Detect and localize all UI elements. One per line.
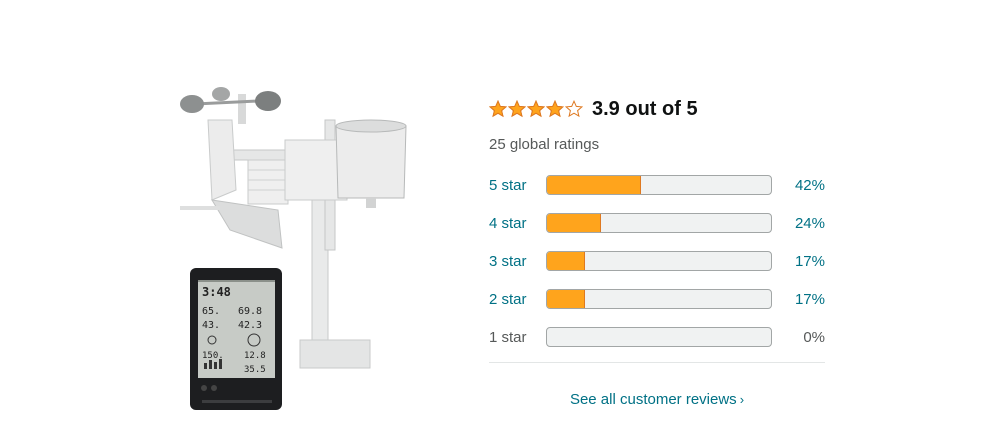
see-all-reviews-label: See all customer reviews	[569, 391, 737, 408]
svg-text:42.3: 42.3	[238, 320, 262, 331]
histogram-bar	[546, 289, 772, 309]
histogram-bar-fill	[547, 176, 642, 194]
average-rating-text: 3.9 out of 5	[592, 97, 698, 120]
svg-text:69.8: 69.8	[238, 306, 262, 317]
star-icon	[565, 100, 583, 118]
divider	[489, 362, 825, 363]
svg-text:65.: 65.	[202, 306, 220, 317]
rating-summary: 3.9 out of 5	[489, 96, 825, 122]
global-ratings-count: 25 global ratings	[489, 136, 600, 153]
histogram-percent: 24%	[794, 214, 825, 232]
histogram-bar	[546, 251, 772, 271]
product-image[interactable]: 3:48 65. 69.8 43. 42.3 150. 12.8 35.5	[120, 70, 460, 420]
chevron-right-icon: ›	[739, 392, 745, 407]
histogram-bar	[546, 175, 772, 195]
histogram-row-2-star[interactable]: 2 star 17%	[489, 280, 825, 318]
histogram-row-4-star[interactable]: 4 star 24%	[489, 204, 825, 242]
svg-text:43.: 43.	[202, 320, 220, 331]
ratings-panel: 3.9 out of 5 25 global ratings 5 star 42…	[489, 96, 825, 408]
star-icon	[527, 100, 545, 118]
rating-histogram: 5 star 42% 4 star 24% 3 star 17% 2 star …	[489, 166, 825, 356]
svg-text:12.8: 12.8	[244, 351, 266, 361]
histogram-bar-fill	[547, 290, 586, 308]
star-icon	[546, 100, 564, 118]
histogram-bar	[546, 213, 772, 233]
histogram-bar	[546, 327, 772, 347]
histogram-percent: 17%	[794, 290, 825, 308]
svg-text:35.5: 35.5	[244, 365, 266, 375]
histogram-label: 5 star	[489, 176, 527, 194]
histogram-bar-fill	[547, 252, 586, 270]
histogram-row-3-star[interactable]: 3 star 17%	[489, 242, 825, 280]
histogram-row-1-star: 1 star 0%	[489, 318, 825, 356]
histogram-label: 3 star	[489, 252, 527, 270]
histogram-label: 4 star	[489, 214, 527, 232]
histogram-label: 1 star	[489, 328, 527, 346]
histogram-percent: 42%	[794, 176, 825, 194]
see-all-reviews-link[interactable]: See all customer reviews ›	[489, 391, 825, 408]
histogram-row-5-star[interactable]: 5 star 42%	[489, 166, 825, 204]
histogram-label: 2 star	[489, 290, 527, 308]
histogram-bar-fill	[547, 214, 601, 232]
star-rating[interactable]	[489, 100, 584, 118]
histogram-percent: 0%	[803, 328, 825, 346]
histogram-percent: 17%	[794, 252, 825, 270]
star-icon	[489, 100, 507, 118]
svg-text:3:48: 3:48	[202, 285, 231, 299]
star-icon	[508, 100, 526, 118]
